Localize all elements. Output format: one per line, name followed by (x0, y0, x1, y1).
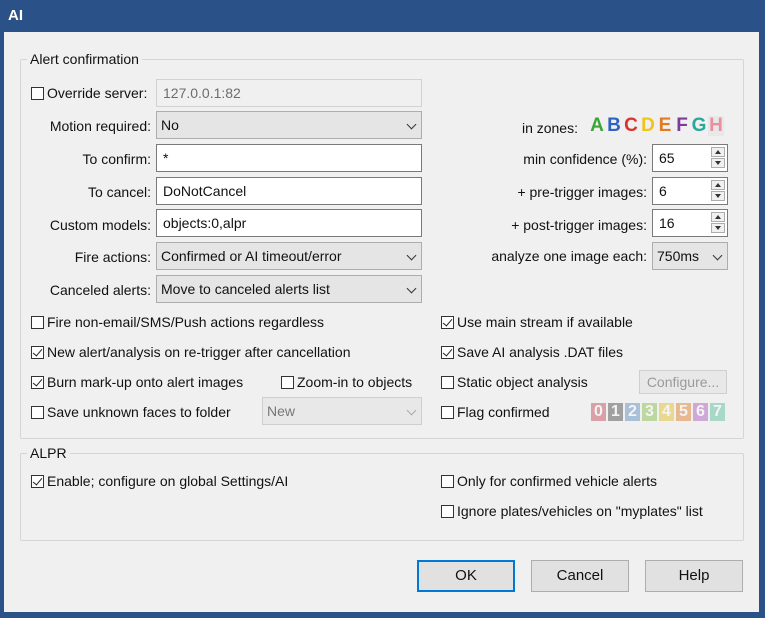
in-zones-label: in zones: (521, 120, 578, 136)
fire-non-email-label[interactable]: Fire non-email/SMS/Push actions regardle… (47, 314, 324, 330)
spin-up-icon[interactable] (711, 180, 725, 190)
canceled-alerts-select[interactable]: Move to canceled alerts list (156, 275, 422, 303)
override-server-input[interactable]: 127.0.0.1:82 (156, 79, 422, 107)
spin-up-icon[interactable] (711, 147, 725, 157)
chevron-down-icon (406, 119, 417, 130)
to-cancel-input[interactable]: DoNotCancel (156, 177, 422, 205)
zoom-in-checkbox[interactable] (281, 376, 294, 389)
min-confidence-value: 65 (659, 150, 675, 166)
min-confidence-spinner[interactable]: 65 (652, 144, 728, 172)
faces-folder-select[interactable]: New (262, 397, 422, 425)
analyze-each-value: 750ms (657, 248, 700, 264)
custom-models-input[interactable]: objects:0,alpr (156, 209, 422, 237)
flag-2[interactable]: 2 (625, 403, 640, 421)
canceled-alerts-value: Move to canceled alerts list (161, 281, 330, 297)
chevron-down-icon (406, 405, 417, 416)
burn-markup-label[interactable]: Burn mark-up onto alert images (47, 374, 243, 390)
zone-c[interactable]: C (623, 116, 639, 136)
override-server-checkbox[interactable] (31, 87, 44, 100)
alert-confirmation-legend: Alert confirmation (27, 51, 142, 67)
chevron-down-icon (406, 250, 417, 261)
spin-down-icon[interactable] (711, 223, 725, 233)
alpr-group (20, 453, 744, 541)
configure-button[interactable]: Configure... (639, 370, 727, 394)
custom-models-label: Custom models: (49, 217, 151, 233)
pre-trigger-label: + pre-trigger images: (517, 184, 647, 200)
min-confidence-label: min confidence (%): (523, 151, 647, 167)
pre-trigger-value: 6 (659, 183, 667, 199)
faces-folder-value: New (267, 403, 296, 419)
spin-down-icon[interactable] (711, 158, 725, 168)
post-trigger-value: 16 (659, 215, 675, 231)
chevron-down-icon (712, 250, 723, 261)
flag-colors-selector[interactable]: 0 1 2 3 4 5 6 7 (591, 403, 727, 421)
cancel-button[interactable]: Cancel (531, 560, 629, 592)
save-unknown-faces-checkbox[interactable] (31, 406, 44, 419)
ignore-plates-label[interactable]: Ignore plates/vehicles on "myplates" lis… (457, 503, 703, 519)
only-vehicle-label[interactable]: Only for confirmed vehicle alerts (457, 473, 657, 489)
static-object-checkbox[interactable] (441, 376, 454, 389)
title-bar[interactable]: AI (0, 0, 765, 32)
flag-7[interactable]: 7 (710, 403, 725, 421)
new-alert-retrigger-checkbox[interactable] (31, 346, 44, 359)
save-dat-label[interactable]: Save AI analysis .DAT files (457, 344, 623, 360)
motion-required-select[interactable]: No (156, 111, 422, 139)
post-trigger-spinner[interactable]: 16 (652, 209, 728, 237)
analyze-each-label: analyze one image each: (491, 248, 647, 264)
spin-down-icon[interactable] (711, 191, 725, 201)
save-dat-checkbox[interactable] (441, 346, 454, 359)
flag-3[interactable]: 3 (642, 403, 657, 421)
only-vehicle-checkbox[interactable] (441, 475, 454, 488)
window-title: AI (8, 7, 23, 24)
flag-confirmed-checkbox[interactable] (441, 406, 454, 419)
help-button[interactable]: Help (645, 560, 743, 592)
use-main-stream-checkbox[interactable] (441, 316, 454, 329)
flag-0[interactable]: 0 (591, 403, 606, 421)
zoom-in-label[interactable]: Zoom-in to objects (297, 374, 412, 390)
canceled-alerts-label: Canceled alerts: (49, 282, 151, 298)
save-unknown-faces-label[interactable]: Save unknown faces to folder (47, 404, 231, 420)
fire-actions-value: Confirmed or AI timeout/error (161, 248, 342, 264)
fire-actions-select[interactable]: Confirmed or AI timeout/error (156, 242, 422, 270)
fire-non-email-checkbox[interactable] (31, 316, 44, 329)
analyze-each-select[interactable]: 750ms (652, 242, 728, 270)
flag-5[interactable]: 5 (676, 403, 691, 421)
motion-required-value: No (161, 117, 179, 133)
fire-actions-label: Fire actions: (74, 249, 151, 265)
zone-b[interactable]: B (606, 116, 622, 136)
use-main-stream-label[interactable]: Use main stream if available (457, 314, 633, 330)
to-confirm-input[interactable]: * (156, 144, 422, 172)
alpr-enable-label[interactable]: Enable; configure on global Settings/AI (47, 473, 288, 489)
dialog-window: AI Alert confirmation Override server: 1… (0, 0, 765, 618)
flag-6[interactable]: 6 (693, 403, 708, 421)
zone-a[interactable]: A (589, 116, 605, 136)
flag-confirmed-label[interactable]: Flag confirmed (457, 404, 550, 420)
pre-trigger-spinner[interactable]: 6 (652, 177, 728, 205)
to-cancel-label: To cancel: (87, 184, 151, 200)
alpr-legend: ALPR (27, 445, 70, 461)
chevron-down-icon (406, 283, 417, 294)
zone-f[interactable]: F (674, 116, 690, 136)
zone-e[interactable]: E (657, 116, 673, 136)
flag-4[interactable]: 4 (659, 403, 674, 421)
zone-h[interactable]: H (708, 116, 724, 136)
post-trigger-label: + post-trigger images: (511, 217, 647, 233)
alpr-enable-checkbox[interactable] (31, 475, 44, 488)
ok-button[interactable]: OK (417, 560, 515, 592)
ignore-plates-checkbox[interactable] (441, 505, 454, 518)
motion-required-label: Motion required: (49, 118, 151, 134)
zones-selector[interactable]: A B C D E F G H (589, 116, 729, 136)
burn-markup-checkbox[interactable] (31, 376, 44, 389)
override-server-label[interactable]: Override server: (47, 85, 147, 101)
flag-1[interactable]: 1 (608, 403, 623, 421)
dialog-body: Alert confirmation Override server: 127.… (4, 32, 759, 612)
to-confirm-label: To confirm: (82, 151, 151, 167)
zone-g[interactable]: G (691, 116, 707, 136)
spin-up-icon[interactable] (711, 212, 725, 222)
new-alert-retrigger-label[interactable]: New alert/analysis on re-trigger after c… (47, 344, 350, 360)
static-object-label[interactable]: Static object analysis (457, 374, 588, 390)
zone-d[interactable]: D (640, 116, 656, 136)
